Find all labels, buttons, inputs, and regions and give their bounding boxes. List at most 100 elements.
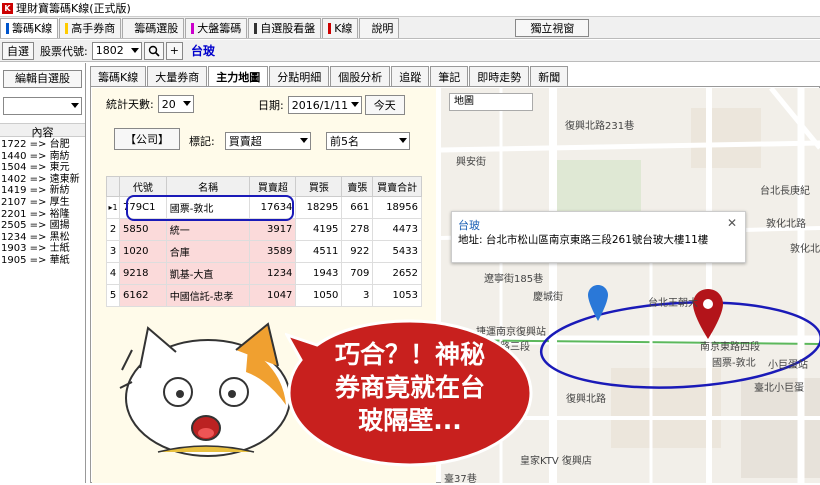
cell-sell: 922 — [341, 240, 374, 263]
cell-buy: 1943 — [295, 262, 343, 285]
watchlist-item[interactable]: 2201 => 裕隆 — [1, 209, 80, 221]
map-street-label: 南京東路四段 — [700, 342, 760, 353]
panel-tab-0[interactable]: 籌碼K線 — [90, 66, 147, 86]
cell-name: 統一 — [165, 218, 251, 241]
menu-tab-label: 說明 — [371, 22, 394, 35]
table-header[interactable]: 買張 — [295, 176, 343, 197]
cell-name: 凱基-大直 — [165, 262, 251, 285]
panel-tab-7[interactable]: 即時走勢 — [469, 66, 530, 86]
table-header[interactable]: 買賣超 — [249, 176, 297, 197]
watchlist-item[interactable]: 2107 => 厚生 — [1, 197, 80, 209]
window-title: 理財寶籌碼K線(正式版) — [16, 2, 131, 15]
days-select[interactable]: 20 — [157, 95, 194, 113]
mark-select[interactable]: 買賣超 — [224, 132, 311, 150]
menu-tab-3[interactable]: 大盤籌碼 — [185, 17, 248, 38]
watchlist-item[interactable]: 1903 => 士紙 — [1, 243, 80, 255]
top-n-select[interactable]: 前5名 — [326, 132, 410, 150]
table-header[interactable]: 代號 — [119, 176, 167, 197]
panel-tab-5[interactable]: 追蹤 — [391, 66, 430, 86]
watchlist-item[interactable]: 1234 => 黑松 — [1, 232, 80, 244]
table-header-indicator — [106, 176, 120, 197]
menu-tab-4[interactable]: 自選股看盤 — [248, 17, 322, 38]
cell-total: 1053 — [372, 284, 422, 307]
menu-tab-6[interactable]: 說明 — [359, 17, 400, 38]
watchlist-group-select[interactable] — [3, 97, 82, 115]
search-icon — [148, 45, 160, 57]
map-street-label: 復興北路 — [566, 394, 606, 405]
table-row[interactable]: 4 9218 凱基-大直 1234 1943 709 2652 — [106, 262, 422, 285]
menu-tab-label: 籌碼選股 — [134, 22, 179, 35]
table-header[interactable]: 賣張 — [341, 176, 374, 197]
watchlist-button[interactable]: 自選 — [2, 41, 34, 60]
chevron-down-icon — [299, 138, 308, 143]
close-icon[interactable]: ✕ — [727, 216, 737, 230]
table-row[interactable]: ▸1 779C1 國票-敦北 17634 18295 661 18956 — [106, 196, 422, 219]
cell-net: 1047 — [249, 284, 297, 307]
menu-tab-label: K線 — [334, 22, 353, 35]
cell-code: 5850 — [119, 218, 167, 241]
watchlist-item[interactable]: 2505 => 國揚 — [1, 220, 80, 232]
search-button[interactable] — [143, 41, 164, 60]
table-row[interactable]: 3 1020 合庫 3589 4511 922 5433 — [106, 240, 422, 263]
menu-tab-1[interactable]: 高手券商 — [59, 17, 122, 38]
row-index: 5 — [106, 284, 120, 307]
chevron-down-icon — [130, 47, 139, 53]
edit-watchlist-button[interactable]: 編輯自選股 — [3, 70, 82, 88]
panel-tab-2[interactable]: 主力地圖 — [208, 66, 269, 86]
watchlist-list: 1722 => 台肥 1440 => 南紡 1504 => 東元 1402 => 遠東… — [1, 139, 80, 267]
stock-toolbar: 自選 股票代號: 1802 + 台玻 — [0, 40, 820, 62]
table-header[interactable]: 名稱 — [165, 176, 251, 197]
watchlist-item[interactable]: 1722 => 台肥 — [1, 139, 80, 151]
cell-buy: 4511 — [295, 240, 343, 263]
cell-code: 9218 — [119, 262, 167, 285]
panel-tab-3[interactable]: 分點明細 — [269, 66, 330, 86]
row-index: 4 — [106, 262, 120, 285]
app-icon: K — [2, 2, 13, 14]
tab-marker-icon — [365, 23, 368, 34]
tab-marker-icon — [254, 22, 258, 34]
watchlist-item[interactable]: 1440 => 南紡 — [1, 151, 80, 163]
row-index: ▸1 — [106, 196, 120, 219]
cell-total: 4473 — [372, 218, 422, 241]
table-row[interactable]: 2 5850 統一 3917 4195 278 4473 — [106, 218, 422, 241]
date-picker[interactable]: 2016/1/11 — [287, 96, 362, 114]
popout-window-button[interactable]: 獨立視窗 — [515, 18, 590, 37]
map-type-select[interactable]: 地圖 — [449, 93, 533, 111]
cell-name: 中國信託-忠孝 — [165, 284, 251, 307]
menu-tab-5[interactable]: K線 — [322, 17, 359, 38]
menu-tab-0[interactable]: 籌碼K線 — [0, 17, 59, 38]
chevron-down-icon — [71, 103, 79, 108]
panel-tab-6[interactable]: 筆記 — [430, 66, 469, 86]
company-button[interactable]: 【公司】 — [114, 128, 180, 150]
location-pin-blue-icon[interactable] — [588, 285, 608, 321]
mark-value: 買賣超 — [228, 135, 262, 148]
cell-net: 17634 — [249, 196, 297, 219]
tab-marker-icon — [6, 22, 9, 34]
cell-sell: 3 — [341, 284, 374, 307]
watchlist-item[interactable]: 1419 => 新紡 — [1, 185, 80, 197]
panel-tab-1[interactable]: 大量券商 — [147, 66, 208, 86]
watchlist-item[interactable]: 1402 => 遠東新 — [1, 174, 80, 186]
callout-line: 巧合？！神秘 — [334, 340, 485, 369]
table-row[interactable]: 5 6162 中國信託-忠孝 1047 1050 3 1053 — [106, 284, 422, 307]
cell-buy: 1050 — [295, 284, 343, 307]
table-header[interactable]: 買賣合計 — [372, 176, 422, 197]
chevron-down-icon — [399, 138, 407, 143]
cell-code: 779C1 — [119, 196, 167, 219]
panel-tab-4[interactable]: 個股分析 — [330, 66, 391, 86]
watchlist-item[interactable]: 1905 => 華紙 — [1, 255, 80, 267]
today-button[interactable]: 今天 — [364, 95, 405, 115]
stock-code-combo[interactable]: 1802 — [91, 41, 142, 60]
days-value: 20 — [161, 97, 176, 111]
tab-marker-icon — [65, 22, 69, 34]
cartoon-cat-icon — [119, 322, 291, 457]
watchlist-item[interactable]: 1504 => 東元 — [1, 162, 80, 174]
cell-name: 合庫 — [165, 240, 251, 263]
panel-tab-8[interactable]: 新聞 — [530, 66, 569, 86]
map-street-label: 小巨蛋站 — [768, 360, 808, 371]
chevron-down-icon — [350, 102, 359, 107]
map-street-label: 台北長庚紀 — [760, 186, 810, 197]
add-stock-button[interactable]: + — [165, 41, 183, 60]
cell-code: 6162 — [119, 284, 167, 307]
menu-tab-2[interactable]: 籌碼選股 — [122, 17, 185, 38]
